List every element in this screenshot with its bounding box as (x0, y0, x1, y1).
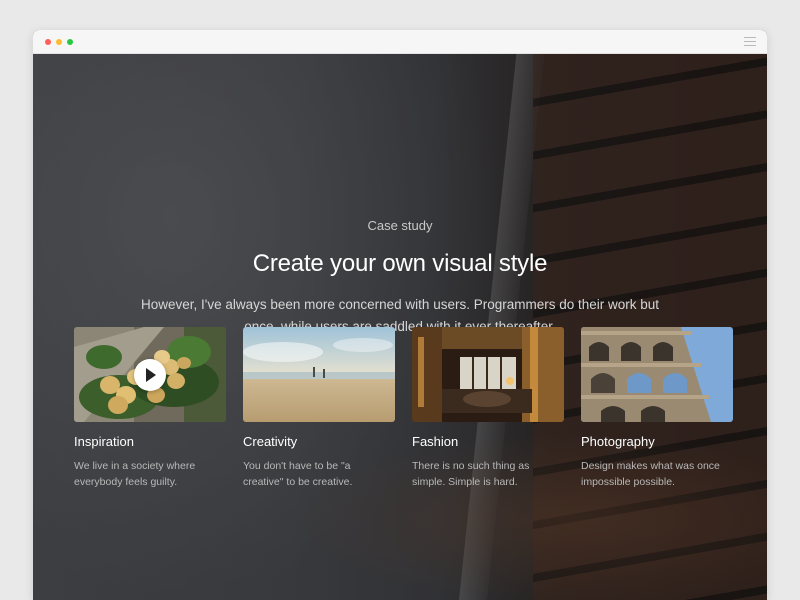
page-title: Create your own visual style (252, 250, 548, 277)
minimize-dot-icon[interactable] (56, 39, 62, 45)
colosseum-image (581, 327, 733, 422)
card-title[interactable]: Creativity (243, 434, 395, 449)
card-description: Design makes what was once impossible po… (581, 460, 720, 488)
card-title[interactable]: Photography (581, 434, 733, 449)
card-creativity[interactable]: Creativity You don't have to be "a creat… (243, 327, 395, 490)
card-image-creativity[interactable] (243, 327, 395, 422)
window-titlebar (33, 30, 767, 54)
card-image-inspiration[interactable] (74, 327, 226, 422)
beach-image (243, 327, 395, 422)
card-inspiration[interactable]: Inspiration We live in a society where e… (74, 327, 226, 490)
card-description: We live in a society where everybody fee… (74, 460, 196, 488)
card-title[interactable]: Inspiration (74, 434, 226, 449)
card-image-photography[interactable] (581, 327, 733, 422)
eyebrow-label: Case study (367, 218, 433, 233)
close-dot-icon[interactable] (45, 39, 51, 45)
card-fashion[interactable]: Fashion There is no such thing as simple… (412, 327, 564, 490)
play-icon[interactable] (134, 359, 166, 391)
card-image-fashion[interactable] (412, 327, 564, 422)
hero-section: Case study Create your own visual style … (33, 54, 767, 600)
interior-image (412, 327, 564, 422)
card-title[interactable]: Fashion (412, 434, 564, 449)
card-description: You don't have to be "a creative" to be … (243, 460, 353, 488)
maximize-dot-icon[interactable] (67, 39, 73, 45)
browser-window: Case study Create your own visual style … (33, 30, 767, 600)
card-photography[interactable]: Photography Design makes what was once i… (581, 327, 733, 490)
card-description: There is no such thing as simple. Simple… (412, 460, 530, 488)
hamburger-menu-icon[interactable] (744, 37, 756, 47)
